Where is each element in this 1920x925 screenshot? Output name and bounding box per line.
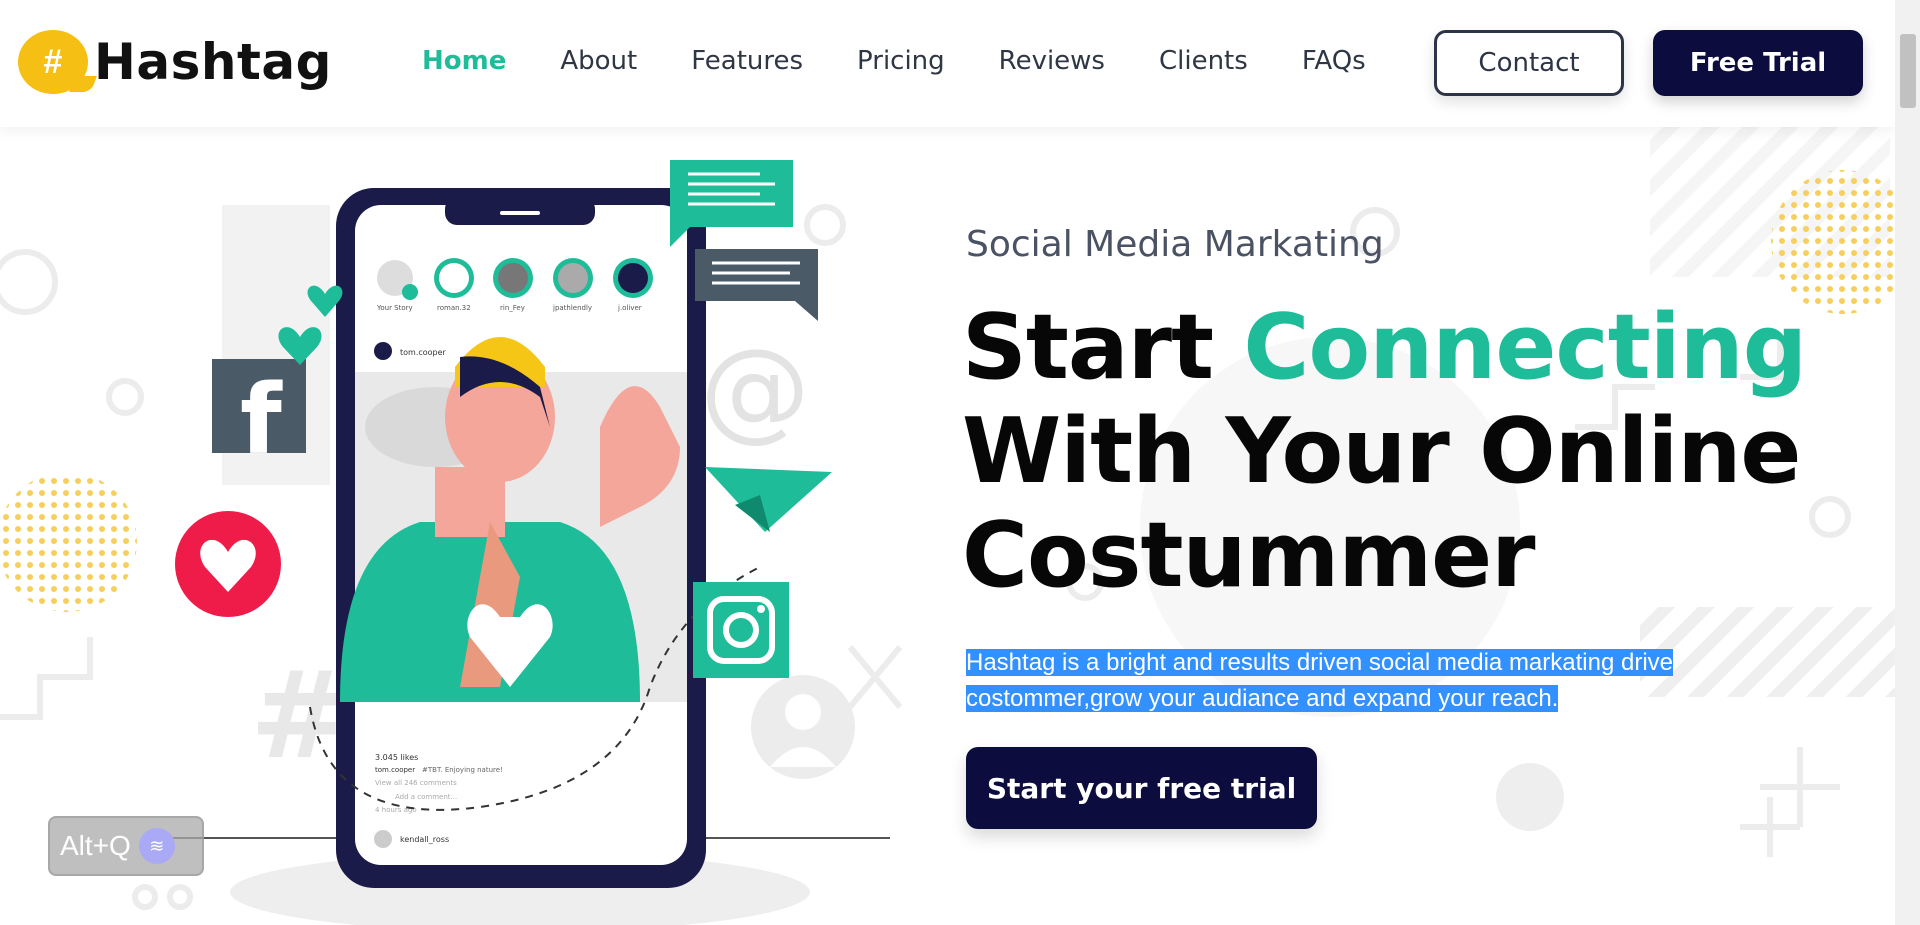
logo-glyph: # xyxy=(43,43,63,81)
headline-accent: Connecting xyxy=(1243,295,1807,400)
headline-line-3: Costummer xyxy=(962,503,1536,608)
nav-about[interactable]: About xyxy=(560,46,637,76)
add-comment: Add a comment... xyxy=(395,793,457,801)
post-user: tom.cooper xyxy=(400,348,447,357)
heart-icon xyxy=(175,511,281,617)
free-trial-button[interactable]: Free Trial xyxy=(1653,30,1863,96)
background-dot xyxy=(1496,763,1564,831)
svg-text:f: f xyxy=(240,364,283,476)
story-label: Your Story xyxy=(376,304,413,312)
view-comments: View all 246 comments xyxy=(375,779,457,787)
start-free-trial-button[interactable]: Start your free trial xyxy=(966,747,1317,829)
main-nav: Home About Features Pricing Reviews Clie… xyxy=(422,46,1420,76)
alt-q-label: Alt+Q xyxy=(60,830,131,861)
story-label: roman.32 xyxy=(437,304,471,312)
at-sign-icon: @ xyxy=(700,325,810,453)
paper-plane-icon xyxy=(705,467,832,532)
nav-clients[interactable]: Clients xyxy=(1159,46,1248,76)
chat-bubble-icon xyxy=(695,249,818,321)
story-label: jpathlendly xyxy=(552,304,592,312)
hero-headline: Start Connecting With Your Online Costum… xyxy=(962,296,1862,608)
page-scrollbar[interactable] xyxy=(1895,0,1920,925)
nav-home[interactable]: Home xyxy=(422,46,506,76)
next-post-user: kendall_ross xyxy=(400,835,449,844)
logo-text: Hashtag xyxy=(94,33,332,91)
headline-line-2: With Your Online xyxy=(962,399,1801,504)
sound-wave-icon: ≋ xyxy=(138,828,175,864)
hero-description: Hashtag is a bright and results driven s… xyxy=(966,645,1706,717)
background-hashtag: # xyxy=(250,647,351,786)
nav-pricing[interactable]: Pricing xyxy=(857,46,945,76)
caption-user: tom.cooper xyxy=(375,766,415,774)
hero-description-text: Hashtag is a bright and results driven s… xyxy=(966,649,1674,712)
nav-reviews[interactable]: Reviews xyxy=(999,46,1105,76)
headline-start: Start xyxy=(962,295,1214,400)
logo[interactable]: # Hashtag xyxy=(18,26,332,98)
scrollbar-thumb[interactable] xyxy=(1900,34,1916,108)
story-label: rin_Fey xyxy=(500,304,525,312)
contact-button[interactable]: Contact xyxy=(1434,30,1624,96)
logo-mark-icon: # xyxy=(18,30,88,94)
alt-q-widget[interactable]: Alt+Q ≋ xyxy=(48,816,204,876)
hero-subtitle: Social Media Markating xyxy=(966,224,1384,265)
caption-text: #TBT. Enjoying nature! xyxy=(422,766,503,774)
yellow-dots-left xyxy=(0,472,137,612)
site-header: # Hashtag Home About Features Pricing Re… xyxy=(0,0,1895,127)
story-label: j.oliver xyxy=(617,304,642,312)
nav-faqs[interactable]: FAQs xyxy=(1302,46,1366,76)
nav-features[interactable]: Features xyxy=(691,46,803,76)
instagram-icon xyxy=(693,582,789,678)
post-likes: 3.045 likes xyxy=(375,753,418,762)
